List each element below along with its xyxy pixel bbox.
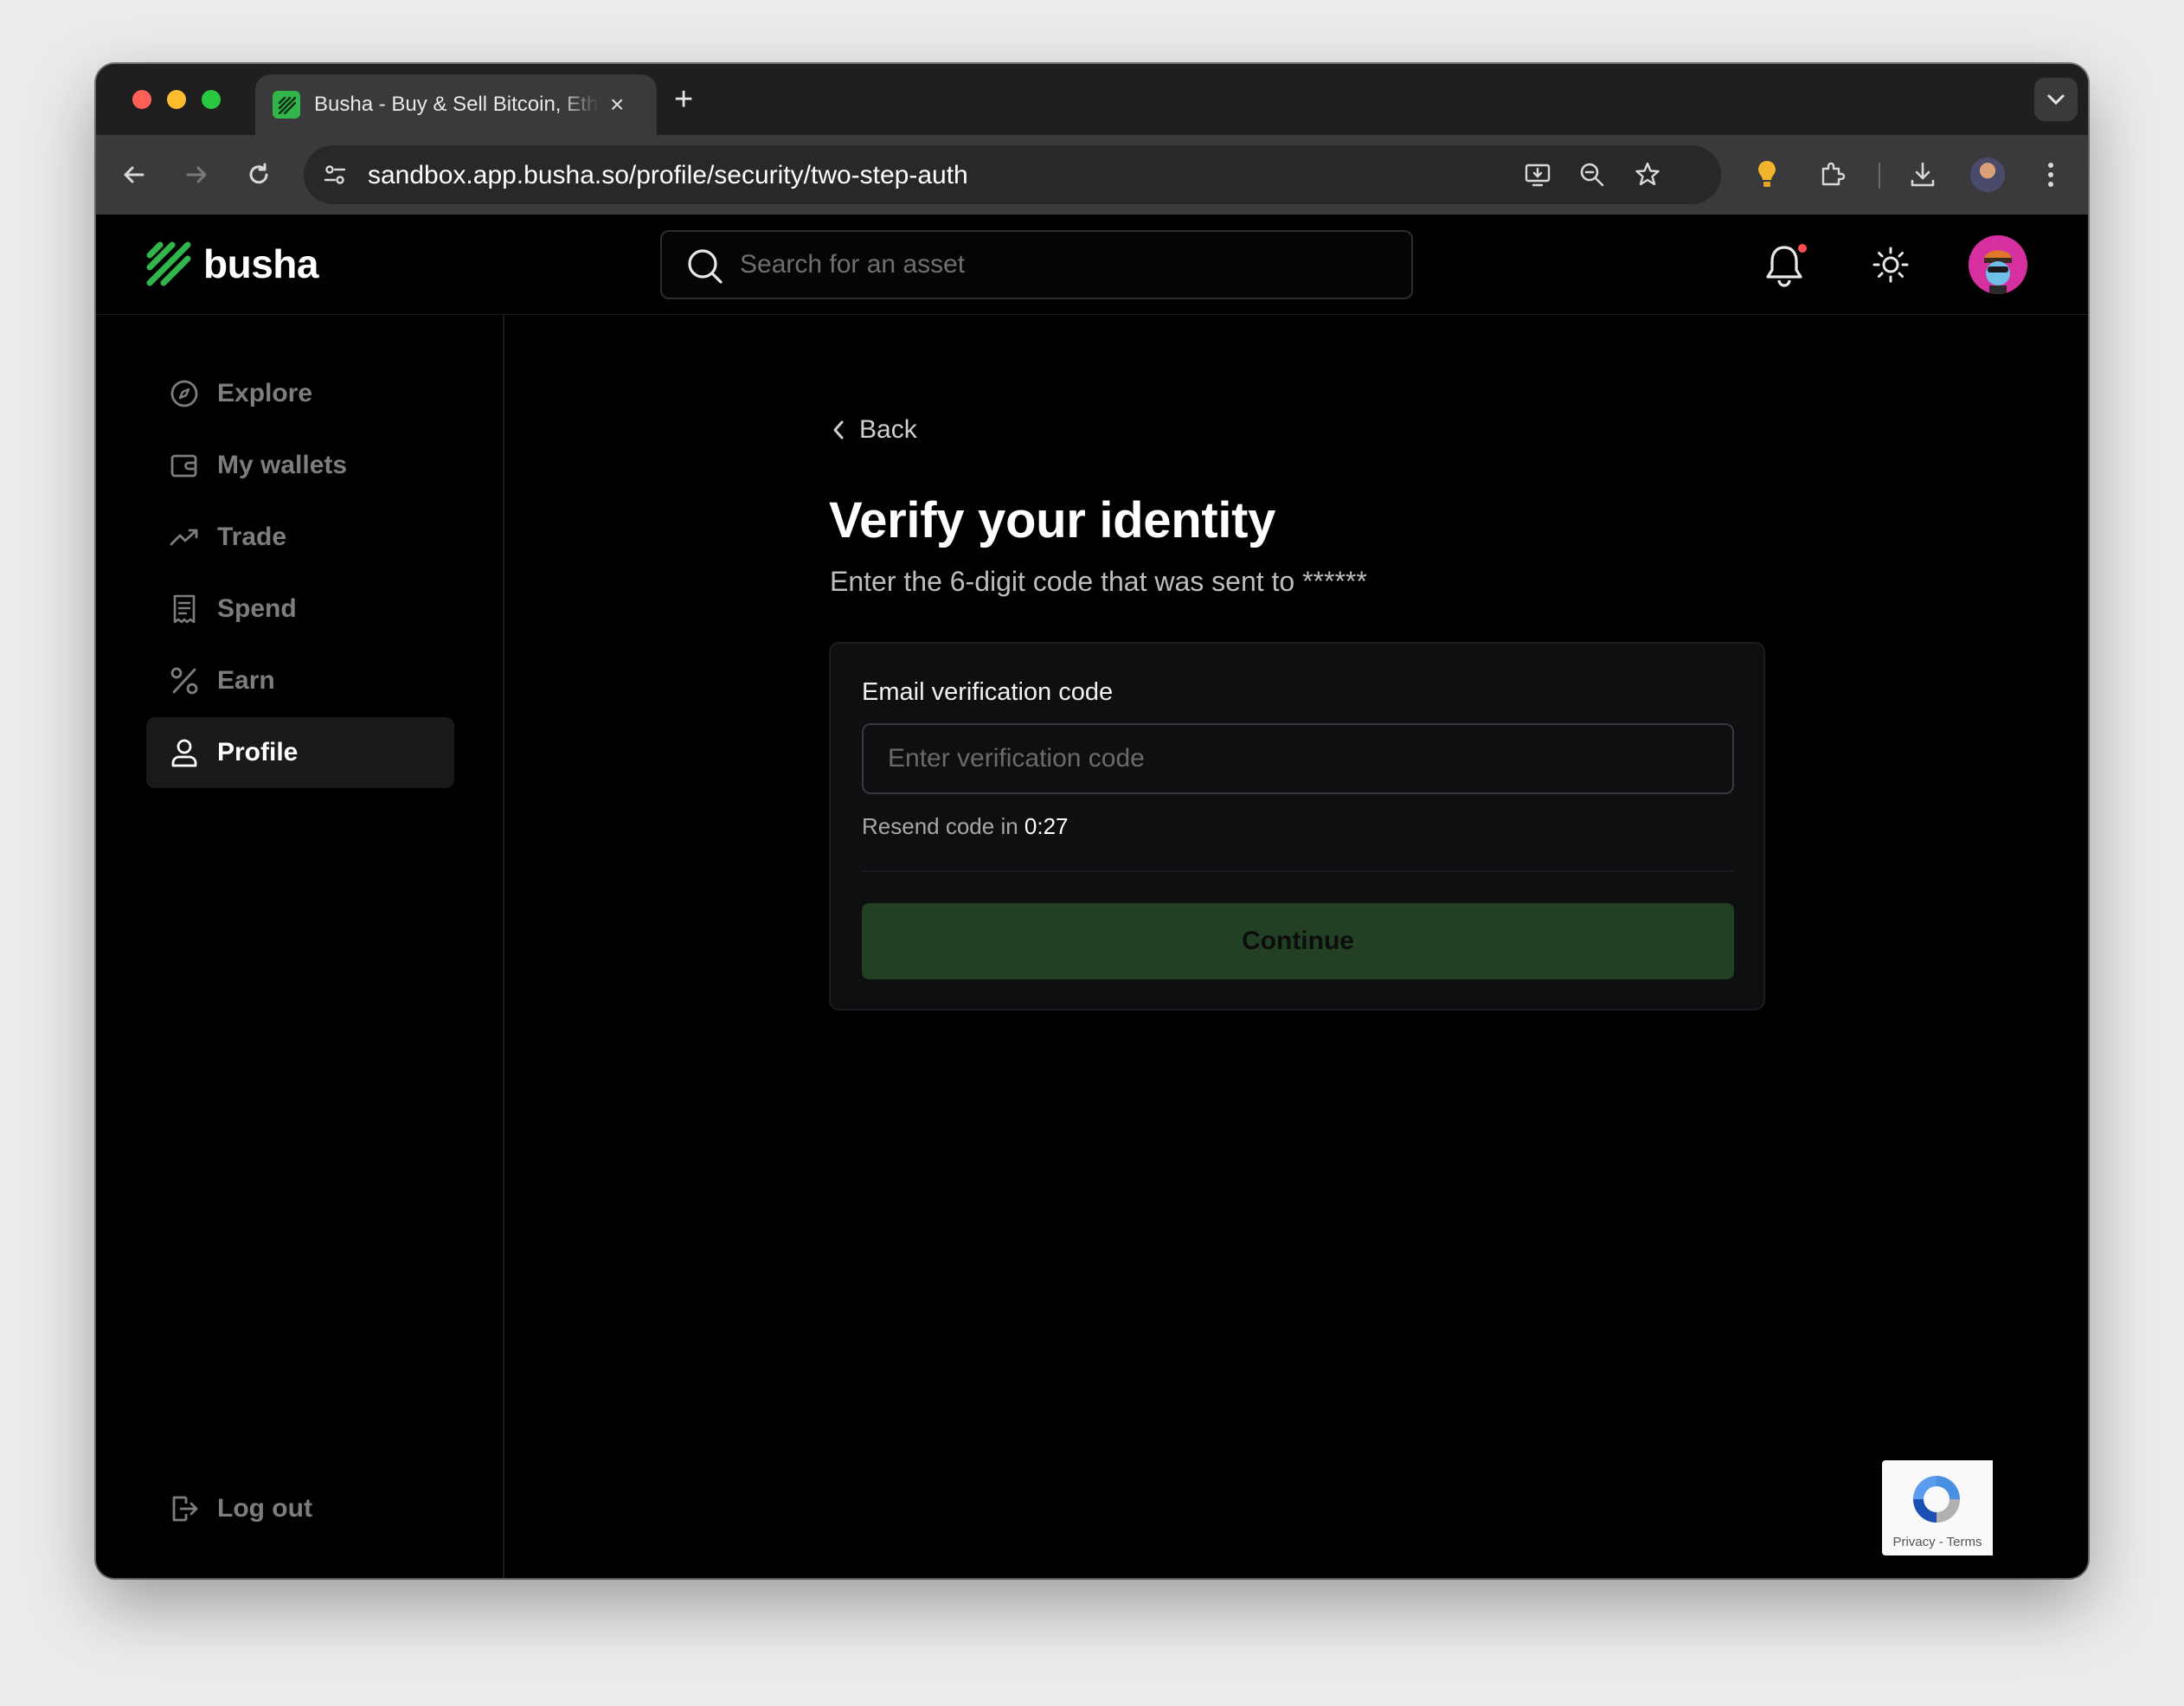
sidebar-item-explore[interactable]: Explore <box>146 358 454 429</box>
busha-logo[interactable]: busha <box>146 241 318 287</box>
browser-toolbar: sandbox.app.busha.so/profile/security/tw… <box>96 135 2088 215</box>
email-code-label: Email verification code <box>862 678 1113 707</box>
sidebar-item-label: My wallets <box>217 451 347 480</box>
toolbar-separator <box>1879 163 1880 189</box>
forward-nav-button[interactable] <box>177 156 215 194</box>
back-nav-button[interactable] <box>115 156 153 194</box>
sidebar-item-label: Explore <box>217 379 312 408</box>
trend-up-icon <box>169 522 200 553</box>
page-title: Verify your identity <box>829 491 1275 549</box>
busha-favicon-icon <box>273 91 300 119</box>
extensions-puzzle-icon[interactable] <box>1815 157 1851 193</box>
reload-icon <box>246 162 272 188</box>
browser-window: Busha - Buy & Sell Bitcoin, Ethereum × +… <box>96 64 2088 1578</box>
sidebar-item-trade[interactable]: Trade <box>146 502 454 573</box>
recaptcha-icon <box>1906 1469 1967 1530</box>
minimize-window-button[interactable] <box>167 90 186 109</box>
sidebar-item-my-wallets[interactable]: My wallets <box>146 430 454 501</box>
resend-code-text: Resend code in 0:27 <box>862 813 1069 840</box>
recaptcha-badge[interactable]: Privacy - Terms <box>1882 1460 1993 1555</box>
resend-prefix: Resend code in <box>862 813 1025 839</box>
extension-bulb-icon[interactable] <box>1749 157 1785 193</box>
browser-tab[interactable]: Busha - Buy & Sell Bitcoin, Ethereum × <box>255 74 657 135</box>
search-input[interactable] <box>740 232 1380 298</box>
logout-button[interactable]: Log out <box>169 1493 312 1524</box>
busha-app: busha Explore My wallets <box>96 215 2088 1578</box>
logout-icon <box>169 1493 200 1524</box>
arrow-right-icon <box>183 162 209 188</box>
card-divider <box>862 870 1734 872</box>
close-window-button[interactable] <box>132 90 151 109</box>
sidebar-item-earn[interactable]: Earn <box>146 645 454 716</box>
back-label: Back <box>859 415 917 445</box>
notification-dot <box>1796 242 1808 254</box>
address-bar[interactable]: sandbox.app.busha.so/profile/security/tw… <box>304 145 1721 204</box>
verification-code-input[interactable] <box>862 723 1734 794</box>
user-icon <box>169 737 200 768</box>
url-text[interactable]: sandbox.app.busha.so/profile/security/tw… <box>368 161 968 190</box>
install-app-icon[interactable] <box>1524 160 1553 189</box>
recaptcha-links[interactable]: Privacy - Terms <box>1882 1535 1993 1549</box>
sidebar-item-profile[interactable]: Profile <box>146 717 454 788</box>
sidebar-item-label: Spend <box>217 594 297 624</box>
asset-search[interactable] <box>660 230 1413 299</box>
sidebar-item-label: Profile <box>217 738 298 767</box>
tab-close-icon[interactable]: × <box>610 93 624 117</box>
chevron-down-icon <box>2046 93 2065 106</box>
chevron-left-icon <box>830 418 847 442</box>
percent-icon <box>169 665 200 696</box>
continue-button[interactable]: Continue <box>862 903 1734 979</box>
page-subtitle: Enter the 6-digit code that was sent to … <box>830 566 1367 598</box>
back-link[interactable]: Back <box>830 415 917 445</box>
user-avatar[interactable] <box>1969 235 2027 294</box>
sidebar-item-spend[interactable]: Spend <box>146 574 454 645</box>
logout-label: Log out <box>217 1494 312 1523</box>
maximize-window-button[interactable] <box>202 90 221 109</box>
arrow-left-icon <box>121 162 147 188</box>
site-settings-icon[interactable] <box>318 157 352 192</box>
tab-title: Busha - Buy & Sell Bitcoin, Ethereum <box>314 93 600 117</box>
sidebar-item-label: Trade <box>217 523 286 552</box>
app-header: busha <box>96 215 2088 315</box>
browser-menu-icon[interactable] <box>2033 157 2069 193</box>
sidebar-nav: Explore My wallets Trade Spend Earn <box>146 358 454 789</box>
receipt-icon <box>169 593 200 625</box>
wallet-icon <box>169 450 200 481</box>
busha-logo-icon <box>146 241 191 286</box>
logo-text: busha <box>203 241 318 287</box>
downloads-icon[interactable] <box>1905 157 1941 193</box>
search-icon <box>686 247 724 285</box>
theme-toggle-sun-icon[interactable] <box>1872 246 1910 284</box>
window-controls <box>132 90 221 109</box>
sidebar: Explore My wallets Trade Spend Earn <box>96 315 504 1578</box>
resend-timer: 0:27 <box>1025 813 1069 839</box>
zoom-icon[interactable] <box>1577 160 1607 189</box>
verification-card: Email verification code Resend code in 0… <box>829 642 1765 1010</box>
bookmark-star-icon[interactable] <box>1633 160 1662 189</box>
sidebar-item-label: Earn <box>217 666 275 696</box>
compass-icon <box>169 378 200 409</box>
tab-strip: Busha - Buy & Sell Bitcoin, Ethereum × + <box>96 64 2088 135</box>
new-tab-button[interactable]: + <box>674 83 693 116</box>
browser-profile-avatar[interactable] <box>1970 157 2005 192</box>
reload-button[interactable] <box>240 156 278 194</box>
tab-search-button[interactable] <box>2034 78 2078 121</box>
